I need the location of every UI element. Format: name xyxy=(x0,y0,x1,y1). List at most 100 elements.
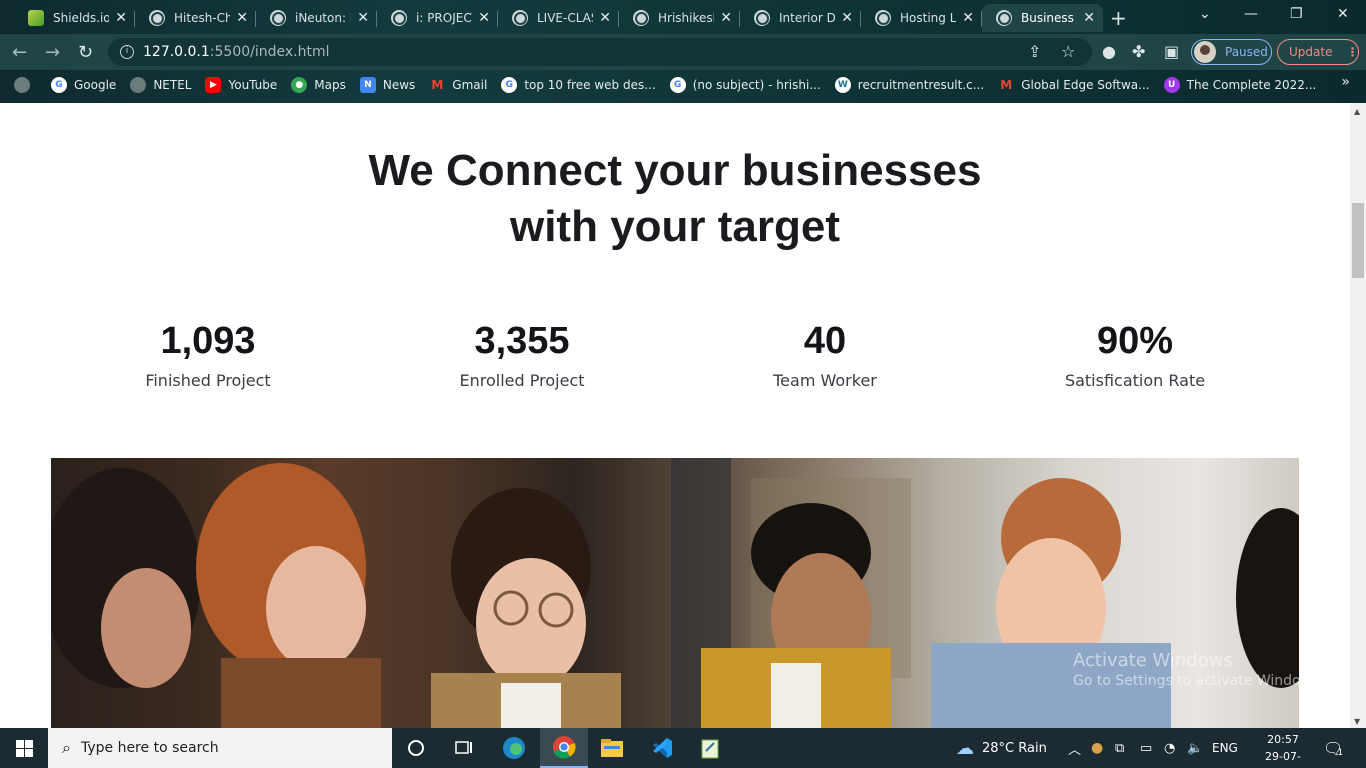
scroll-down-icon[interactable]: ▼ xyxy=(1354,717,1360,726)
tab-search-chevron-icon[interactable]: ⌄ xyxy=(1199,6,1211,22)
globe-icon xyxy=(391,10,407,26)
restore-icon[interactable]: ❐ xyxy=(1290,6,1303,22)
bookmark-maps[interactable]: ● Maps xyxy=(291,77,346,93)
bookmark-youtube[interactable]: ▶ YouTube xyxy=(205,77,277,93)
chrome-taskbar-app[interactable] xyxy=(540,728,588,768)
tab-title: Hosting L xyxy=(900,11,957,25)
tab-title: Shields.io: xyxy=(53,11,110,25)
scroll-up-icon[interactable]: ▲ xyxy=(1354,107,1360,116)
tab-hitesh[interactable]: Hitesh-Ch ✕ xyxy=(135,4,256,32)
taskbar-search-box[interactable]: ⌕ Type here to search xyxy=(48,728,392,768)
tab-title: Interior De xyxy=(779,11,836,25)
google-icon: G xyxy=(669,77,686,93)
vscode-taskbar-app[interactable] xyxy=(638,728,686,768)
wifi-icon[interactable]: ◔ xyxy=(1164,728,1175,768)
close-icon[interactable]: ✕ xyxy=(720,10,732,26)
side-panel-icon[interactable]: ▣ xyxy=(1164,42,1179,61)
extension-drop-icon[interactable]: ● xyxy=(1102,42,1116,61)
usb-device-icon[interactable]: ⧉ xyxy=(1115,728,1124,768)
bookmark-news[interactable]: N News xyxy=(359,77,415,93)
tab-business-active[interactable]: Business L ✕ xyxy=(982,4,1103,32)
edge-icon xyxy=(503,737,525,759)
more-vert-icon[interactable]: ⋮ xyxy=(1346,45,1358,59)
scrollbar-thumb[interactable] xyxy=(1352,203,1364,278)
reload-icon[interactable]: ↻ xyxy=(78,42,93,63)
start-button[interactable] xyxy=(0,728,48,768)
headline-line-2: with your target xyxy=(509,202,841,251)
tray-app-icon[interactable]: ● xyxy=(1091,728,1103,768)
close-icon[interactable]: ✕ xyxy=(357,10,369,26)
windows-taskbar: ⌕ Type here to search ☁ 28°C Rain ︿ ● ⧉ … xyxy=(0,728,1366,768)
tab-interior[interactable]: Interior De ✕ xyxy=(740,4,861,32)
globe-icon xyxy=(633,10,649,26)
profile-status: Paused xyxy=(1225,45,1268,59)
weather-widget[interactable]: ☁ 28°C Rain xyxy=(956,728,1047,768)
close-icon[interactable]: ✕ xyxy=(599,10,611,26)
bookmark-apps[interactable] xyxy=(14,77,37,93)
tab-shields[interactable]: Shields.io: ✕ xyxy=(14,4,135,32)
volume-icon[interactable]: 🔈 xyxy=(1187,728,1203,768)
close-icon[interactable]: ✕ xyxy=(478,10,490,26)
share-icon[interactable]: ⇪ xyxy=(1028,42,1041,61)
input-language[interactable]: ENG xyxy=(1212,728,1238,768)
stat-label: Satisfication Rate xyxy=(1064,371,1206,390)
rain-cloud-icon: ☁ xyxy=(956,737,974,759)
bookmark-google[interactable]: G Google xyxy=(51,77,116,93)
browser-chrome: Shields.io: ✕ Hitesh-Ch ✕ iNeuton: L ✕ i… xyxy=(0,0,1366,103)
close-icon[interactable]: ✕ xyxy=(962,10,974,26)
minimize-icon[interactable]: — xyxy=(1244,6,1258,22)
news-icon: N xyxy=(359,77,376,93)
close-icon[interactable]: ✕ xyxy=(115,10,127,26)
bookmark-gmail[interactable]: M Gmail xyxy=(429,77,487,93)
cortana-button[interactable] xyxy=(392,728,440,768)
file-explorer-taskbar-app[interactable] xyxy=(588,728,636,768)
bookmark-no-subject[interactable]: G (no subject) - hrishi... xyxy=(669,77,821,93)
new-tab-icon[interactable]: + xyxy=(1110,6,1127,30)
close-icon[interactable]: ✕ xyxy=(1083,10,1095,26)
task-view-button[interactable] xyxy=(440,728,488,768)
address-bar[interactable]: i 127.0.0.1 :5500/index.html xyxy=(108,38,1092,66)
profile-button[interactable]: Paused xyxy=(1191,39,1272,65)
globe-icon xyxy=(996,10,1012,26)
tab-title: Hitesh-Ch xyxy=(174,11,231,25)
tab-hosting[interactable]: Hosting L ✕ xyxy=(861,4,982,32)
tab-ineuton[interactable]: iNeuton: L ✕ xyxy=(256,4,377,32)
notepad-taskbar-app[interactable] xyxy=(686,728,734,768)
stat-label: Enrolled Project xyxy=(459,371,585,390)
close-icon[interactable]: ✕ xyxy=(841,10,853,26)
notification-center[interactable]: 🗨 1 xyxy=(1323,728,1343,768)
update-button[interactable]: Update ⋮ xyxy=(1277,39,1359,65)
bookmarks-overflow-icon[interactable]: » xyxy=(1341,74,1350,90)
stat-label: Finished Project xyxy=(145,371,271,390)
tab-hrishikesh[interactable]: Hrishikesh ✕ xyxy=(619,4,740,32)
stat-enrolled-project: 3,355 Enrolled Project xyxy=(372,317,672,390)
web-page: We Connect your businesses with your tar… xyxy=(0,103,1350,728)
tab-title: iNeuton: L xyxy=(295,11,352,25)
extensions-puzzle-icon[interactable]: ✤ xyxy=(1132,42,1145,61)
stat-finished-project: 1,093 Finished Project xyxy=(58,317,358,390)
tab-project[interactable]: i: PROJECT ✕ xyxy=(377,4,498,32)
bookmark-netel[interactable]: NETEL xyxy=(130,77,191,93)
back-arrow-icon[interactable]: ← xyxy=(12,42,27,63)
watermark-title: Activate Windows xyxy=(1073,650,1233,671)
bookmark-recruitment[interactable]: Wrecruitmentresult.c... xyxy=(834,77,984,93)
stat-label: Team Worker xyxy=(773,371,877,390)
info-icon[interactable]: i xyxy=(120,45,134,59)
bookmark-top10[interactable]: Gtop 10 free web des... xyxy=(501,77,656,93)
tab-live-class[interactable]: LIVE-CLAS ✕ xyxy=(498,4,619,32)
vertical-scrollbar[interactable]: ▲ ▼ xyxy=(1350,103,1366,728)
tray-chevron-up-icon[interactable]: ︿ xyxy=(1068,728,1081,768)
bookmark-complete-2022[interactable]: U The Complete 2022... xyxy=(1163,77,1316,93)
bookmark-star-icon[interactable]: ☆ xyxy=(1061,42,1075,61)
close-icon[interactable]: ✕ xyxy=(236,10,248,26)
headline-line-1: We Connect your businesses xyxy=(368,146,982,195)
bookmark-global-edge[interactable]: M Global Edge Softwa... xyxy=(998,77,1149,93)
notification-count: 1 xyxy=(1337,748,1344,758)
bookmarks-bar: G Google NETEL ▶ YouTube ● Maps N News M Gmai… xyxy=(0,70,1366,100)
battery-icon[interactable]: ▭ xyxy=(1140,728,1152,768)
edge-taskbar-app[interactable] xyxy=(490,728,538,768)
system-clock[interactable]: 20:57 29-07-2022 xyxy=(1255,731,1311,768)
window-close-icon[interactable]: ✕ xyxy=(1337,6,1349,22)
forward-arrow-icon[interactable]: → xyxy=(45,42,60,63)
globe-icon xyxy=(14,77,30,93)
